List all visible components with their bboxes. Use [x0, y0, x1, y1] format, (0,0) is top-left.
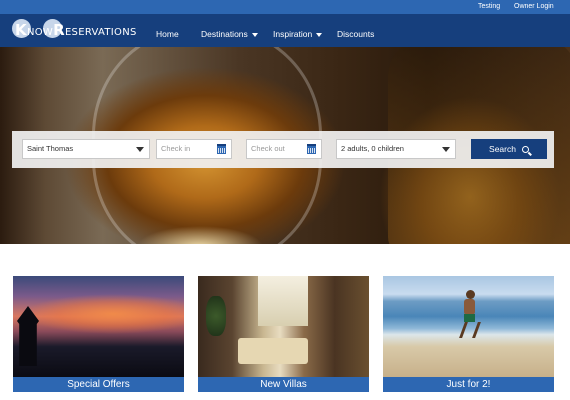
- nav-destinations-label: Destinations: [201, 29, 248, 39]
- card-image-villa: [198, 276, 369, 377]
- card-label: New Villas: [198, 377, 369, 392]
- card-image-beach: [383, 276, 554, 377]
- card-just-for-2[interactable]: Just for 2!: [383, 276, 554, 392]
- calendar-icon[interactable]: [217, 144, 226, 154]
- search-icon: [521, 146, 529, 153]
- guests-value: 2 adults, 0 children: [341, 144, 404, 153]
- checkout-field[interactable]: Check out: [246, 139, 322, 159]
- nav-discounts-label: Discounts: [337, 29, 375, 39]
- villa-sofa: [238, 338, 308, 364]
- chevron-down-icon: [136, 147, 144, 152]
- nav-home-label: Home: [156, 29, 179, 39]
- nav-inspiration[interactable]: Inspiration: [273, 28, 323, 40]
- calendar-icon[interactable]: [307, 144, 316, 154]
- card-new-villas[interactable]: New Villas: [198, 276, 369, 392]
- nav-destinations[interactable]: Destinations: [201, 28, 258, 40]
- logo-text: KNOWRESERVATIONS: [15, 21, 137, 39]
- nav-discounts[interactable]: Discounts: [337, 28, 374, 40]
- testing-link[interactable]: Testing: [478, 2, 500, 12]
- nav-home[interactable]: Home: [156, 28, 179, 40]
- checkin-placeholder: Check in: [161, 144, 191, 153]
- checkin-field[interactable]: Check in: [156, 139, 232, 159]
- logo[interactable]: KNOWRESERVATIONS: [12, 17, 136, 45]
- destination-select[interactable]: Saint Thomas: [22, 139, 150, 159]
- card-image-sunset: [13, 276, 184, 377]
- destination-value: Saint Thomas: [27, 144, 74, 153]
- card-label: Special Offers: [13, 377, 184, 392]
- villa-window: [258, 276, 308, 326]
- chevron-down-icon: [251, 32, 258, 37]
- card-label: Just for 2!: [383, 377, 554, 392]
- guests-select[interactable]: 2 adults, 0 children: [336, 139, 456, 159]
- villa-plant: [206, 296, 226, 336]
- nav-inspiration-label: Inspiration: [273, 29, 313, 39]
- search-button-label: Search: [489, 144, 516, 154]
- checkout-placeholder: Check out: [251, 144, 285, 153]
- owner-login-link[interactable]: Owner Login: [514, 2, 554, 12]
- search-panel: Saint Thomas Check in Check out 2 adults…: [12, 131, 554, 168]
- child-running: [458, 290, 481, 340]
- utility-bar: Testing Owner Login: [0, 0, 570, 14]
- chevron-down-icon: [316, 32, 323, 37]
- card-special-offers[interactable]: Special Offers: [13, 276, 184, 392]
- chevron-down-icon: [442, 147, 450, 152]
- gazebo-silhouette: [17, 306, 39, 366]
- search-button[interactable]: Search: [471, 139, 547, 159]
